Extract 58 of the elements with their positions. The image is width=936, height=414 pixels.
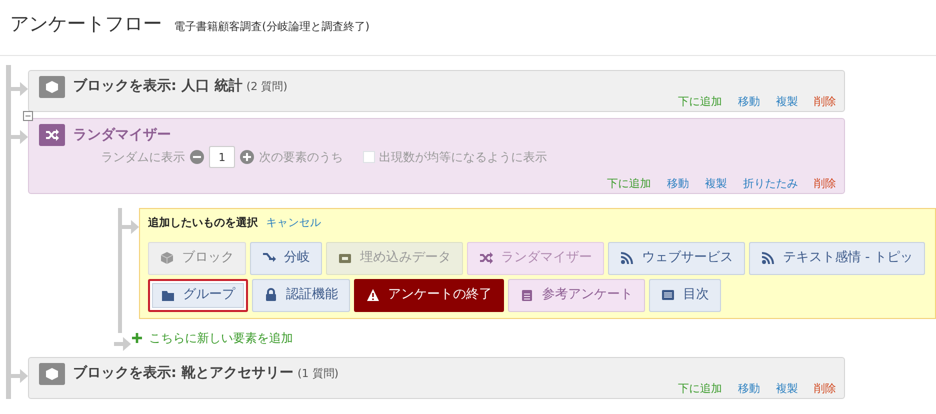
add-option-button[interactable]: テキスト感情 - トピッ <box>749 242 925 275</box>
action-link[interactable]: 移動 <box>738 382 760 395</box>
add-option-button[interactable]: アンケートの終了 <box>354 278 504 312</box>
block-title: ブロックを表示: 人口 統計 <box>73 78 242 96</box>
folder-icon <box>161 288 175 302</box>
count-field[interactable]: 1 <box>209 146 235 168</box>
action-link[interactable]: 下に追加 <box>678 96 722 108</box>
add-option-button[interactable]: 目次 <box>649 278 721 312</box>
action-link[interactable]: 削除 <box>814 382 836 395</box>
add-option-button[interactable]: 埋め込みデータ <box>326 242 463 275</box>
plus-icon <box>131 332 143 344</box>
add-option-button[interactable]: ランダマイザー <box>467 242 604 275</box>
block-title: ブロックを表示: 靴とアクセサリー <box>73 364 294 382</box>
lock-icon <box>264 288 278 302</box>
action-link[interactable]: 移動 <box>738 96 760 108</box>
add-option-button[interactable]: ウェブサービス <box>608 242 745 275</box>
action-link[interactable]: 下に追加 <box>607 178 651 190</box>
question-count: (1 質問) <box>297 366 339 382</box>
randomizer-title: ランダマイザー <box>73 126 171 144</box>
action-link[interactable]: 複製 <box>705 178 727 190</box>
action-link[interactable]: 移動 <box>667 178 689 190</box>
feed-icon <box>761 251 775 266</box>
add-option-button[interactable]: 参考アンケート <box>508 278 645 312</box>
add-option-button[interactable]: ブロック <box>148 242 246 275</box>
cube-icon <box>39 76 65 98</box>
survey-name: 電子書籍顧客調査(分岐論理と調査終了) <box>174 19 370 35</box>
connector-arrow <box>122 220 139 234</box>
action-link[interactable]: 下に追加 <box>678 382 722 395</box>
action-link[interactable]: 削除 <box>814 96 836 108</box>
panel-title: 追加したいものを選択 <box>148 215 258 232</box>
data-icon <box>338 251 352 266</box>
add-element-link[interactable]: こちらに新しい要素を追加 <box>149 328 293 347</box>
add-option-button[interactable]: 認証機能 <box>252 278 350 312</box>
plus-icon <box>239 149 255 166</box>
add-option-button[interactable]: 分岐 <box>250 242 322 275</box>
checkbox-label: 出現数が均等になるように表示 <box>379 149 547 166</box>
clipboard-icon <box>520 288 534 302</box>
cube-icon <box>39 362 65 385</box>
suffix-label: 次の要素のうち <box>259 149 343 166</box>
shuffle-icon <box>39 124 65 146</box>
page-title: アンケートフロー <box>10 12 162 37</box>
feed-icon <box>620 251 634 266</box>
show-label: ランダムに表示 <box>101 149 185 166</box>
action-link[interactable]: 複製 <box>776 382 798 395</box>
shuffle-icon <box>479 251 493 266</box>
warning-icon <box>366 288 380 302</box>
minus-icon <box>189 149 205 166</box>
checkbox[interactable] <box>363 151 375 164</box>
action-link[interactable]: 複製 <box>776 96 798 108</box>
cancel-link[interactable]: キャンセル <box>266 215 321 232</box>
question-count: (2 質問) <box>246 79 288 96</box>
action-link[interactable]: 折りたたみ <box>743 178 798 190</box>
action-link[interactable]: 削除 <box>814 178 836 190</box>
connector-arrow <box>11 130 28 144</box>
connector-arrow <box>114 336 131 351</box>
list-icon <box>661 288 675 302</box>
add-option-button[interactable]: グループ <box>148 278 248 312</box>
cube-icon <box>160 251 174 266</box>
